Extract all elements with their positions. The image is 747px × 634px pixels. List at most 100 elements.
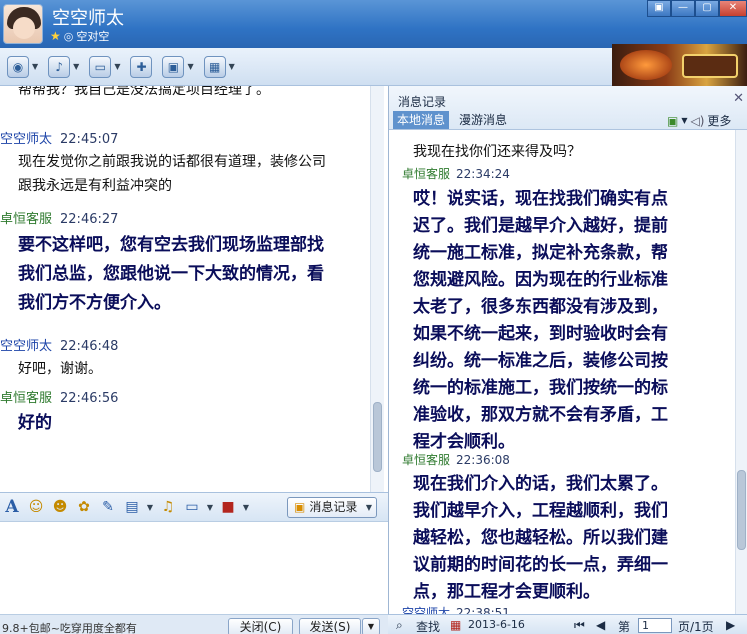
chevron-down-icon[interactable]: ▼ bbox=[229, 62, 235, 71]
scrollbar-thumb[interactable] bbox=[373, 402, 382, 472]
chevron-down-icon[interactable]: ▼ bbox=[73, 62, 79, 71]
magic-emoji-icon[interactable]: ☻ bbox=[50, 499, 70, 515]
next-page-icon[interactable]: ▶ bbox=[726, 618, 735, 632]
gift-icon[interactable]: ■ bbox=[218, 499, 238, 515]
history-message-body: 现在我们介入的话，我们太累了。 我们越早介入，工程越顺利，我们 越轻松，您也越轻… bbox=[413, 474, 668, 602]
send-file-button[interactable]: ▭ ▼ bbox=[86, 53, 123, 81]
minimize-button[interactable]: — bbox=[671, 0, 695, 17]
chevron-down-icon[interactable]: ▼ bbox=[32, 62, 38, 71]
history-footer: ⌕ 查找 ▦ 2013-6-16 ⏮ ◀ 第 1 页/1页 ▶ bbox=[388, 614, 747, 634]
handwriting-icon[interactable]: ✎ bbox=[98, 499, 118, 515]
screenshot-icon[interactable]: ▭ bbox=[182, 499, 202, 515]
input-toolbar: A ☺ ☻ ✿ ✎ ▤ ▼ ♫ ▭ ▼ ■ ▼ ▣ 消息记录 ▼ bbox=[0, 492, 388, 522]
close-icon[interactable]: ✕ bbox=[733, 91, 744, 106]
game-banner-ad[interactable] bbox=[612, 44, 747, 86]
sender-name: 卓恒客服 bbox=[402, 453, 451, 467]
chevron-down-icon[interactable]: ▼ bbox=[681, 116, 687, 125]
contact-status: ★ ◎ 空对空 bbox=[50, 28, 109, 44]
message-time: 22:46:48 bbox=[60, 339, 119, 354]
message-body: 要不这样吧，您有空去我们现场监理部找 我们总监，您跟他说一下大致的情况，看 我们… bbox=[18, 235, 324, 313]
emoji-icon[interactable]: ☺ bbox=[26, 499, 46, 515]
title-bar: 空空师太 ★ ◎ 空对空 ▣ — ▢ ✕ bbox=[0, 0, 747, 48]
message-time: 22:45:07 bbox=[60, 132, 119, 147]
qq-status-icon: ◎ bbox=[63, 29, 74, 43]
message-time: 22:34:24 bbox=[456, 167, 510, 181]
sender-name: 卓恒客服 bbox=[0, 212, 53, 227]
ad-link[interactable]: 9.8+包邮~吃穿用度全都有 bbox=[2, 620, 137, 634]
chevron-down-icon[interactable]: ▼ bbox=[146, 503, 154, 512]
avatar[interactable] bbox=[3, 4, 43, 44]
image-icon[interactable]: ▤ bbox=[122, 499, 142, 515]
tab-roaming-messages[interactable]: 漫游消息 bbox=[459, 111, 507, 129]
message-header: 卓恒客服 22:46:56 bbox=[0, 387, 118, 406]
sender-name: 卓恒客服 bbox=[0, 391, 53, 406]
voice-button[interactable]: ♪ ▼ bbox=[45, 53, 82, 81]
history-scrollbar[interactable] bbox=[735, 130, 747, 618]
calendar-icon[interactable]: ▦ bbox=[450, 618, 461, 632]
chevron-down-icon[interactable]: ▼ bbox=[114, 62, 120, 71]
search-button[interactable]: 查找 bbox=[416, 618, 440, 634]
chat-history: 帮帮我？我自己是没法搞定项目经理了。 空空师太 22:45:07 现在发觉你之前跟… bbox=[0, 86, 388, 492]
close-window-button[interactable]: ✕ bbox=[719, 0, 747, 17]
message-header: 空空师太 22:45:07 bbox=[0, 128, 118, 147]
close-button[interactable]: 关闭(C) bbox=[228, 618, 293, 634]
scrollbar-thumb[interactable] bbox=[737, 470, 746, 550]
history-icon: ▣ bbox=[294, 500, 306, 514]
sender-name: 空空师太 bbox=[0, 132, 53, 147]
send-button[interactable]: 发送(S) bbox=[299, 618, 361, 634]
speaker-icon[interactable]: ◁) bbox=[691, 114, 705, 128]
page-suffix: 页/1页 bbox=[678, 620, 714, 634]
history-title: 消息记录 bbox=[398, 95, 447, 109]
prev-page-icon[interactable]: ◀ bbox=[596, 618, 605, 632]
apps-button[interactable]: ▦ ▼ bbox=[201, 53, 238, 81]
status-text: 空对空 bbox=[76, 30, 110, 43]
video-button[interactable]: ◉ ▼ bbox=[4, 53, 41, 81]
message-header: 空空师太 22:46:48 bbox=[0, 335, 118, 354]
first-page-icon[interactable]: ⏮ bbox=[574, 618, 585, 633]
add-chat-icon: ✚ bbox=[130, 55, 153, 78]
history-message-header: 卓恒客服 22:36:08 bbox=[402, 451, 510, 468]
apps-icon: ▦ bbox=[203, 55, 226, 78]
add-chat-button[interactable]: ✚ bbox=[127, 53, 155, 81]
page-prefix: 第 bbox=[618, 620, 631, 634]
date-picker[interactable]: 2013-6-16 bbox=[468, 618, 525, 631]
chevron-down-icon[interactable]: ▼ bbox=[206, 503, 214, 512]
message-body: 现在发觉你之前跟我说的话都很有道理，装修公司 跟我永远是有利益冲突的 bbox=[18, 154, 326, 194]
skin-button[interactable]: ▣ bbox=[647, 0, 671, 17]
message-history-panel: 消息记录 ✕ 本地消息 漫游消息 ▣ ▼ ◁) 更多 我现在找你们还来得及吗？ 卓… bbox=[388, 86, 747, 620]
chevron-down-icon[interactable]: ▼ bbox=[242, 503, 250, 512]
more-link[interactable]: 更多 bbox=[707, 112, 731, 129]
star-icon: ★ bbox=[50, 29, 61, 43]
history-message-header: 卓恒客服 22:34:24 bbox=[402, 165, 510, 182]
history-message-body: 哎！说实话，现在找我们确实有点 迟了。我们是越早介入越好，提前 统一施工标准，拟… bbox=[413, 189, 668, 452]
message-time: 22:36:08 bbox=[456, 453, 510, 467]
sender-name: 空空师太 bbox=[0, 339, 53, 354]
screen-share-button[interactable]: ▣ ▼ bbox=[159, 53, 196, 81]
sender-name: 卓恒客服 bbox=[402, 167, 451, 181]
microphone-icon: ♪ bbox=[48, 55, 71, 78]
history-header: 消息记录 ✕ 本地消息 漫游消息 ▣ ▼ ◁) 更多 bbox=[389, 86, 747, 130]
message-input[interactable] bbox=[0, 522, 388, 614]
message-header: 卓恒客服 22:46:27 bbox=[0, 208, 118, 227]
chevron-down-icon[interactable]: ▼ bbox=[366, 498, 372, 517]
font-icon[interactable]: A bbox=[2, 497, 22, 517]
window-controls: ▣ — ▢ ✕ bbox=[647, 0, 747, 17]
message-body: 好吧，谢谢。 bbox=[18, 361, 102, 377]
maximize-button[interactable]: ▢ bbox=[695, 0, 719, 17]
music-icon[interactable]: ♫ bbox=[158, 499, 178, 515]
page-number-input[interactable]: 1 bbox=[638, 618, 672, 633]
nudge-icon[interactable]: ✿ bbox=[74, 499, 94, 515]
chevron-down-icon[interactable]: ▼ bbox=[187, 62, 193, 71]
tab-local-messages[interactable]: 本地消息 bbox=[393, 111, 450, 129]
history-tools: ▣ ▼ ◁) 更多 bbox=[667, 112, 731, 129]
screen-share-icon: ▣ bbox=[162, 55, 185, 78]
search-icon[interactable]: ⌕ bbox=[396, 618, 403, 633]
message-partial: 帮帮我？我自己是没法搞定项目经理了。 bbox=[18, 86, 270, 98]
chat-toolbar: ◉ ▼ ♪ ▼ ▭ ▼ ✚ ▣ ▼ ▦ ▼ bbox=[0, 48, 612, 86]
send-options-button[interactable]: ▼ bbox=[362, 618, 380, 634]
export-icon[interactable]: ▣ bbox=[667, 114, 678, 128]
folder-send-icon: ▭ bbox=[89, 55, 112, 78]
message-history-button[interactable]: ▣ 消息记录 ▼ bbox=[287, 497, 377, 518]
chat-scrollbar[interactable] bbox=[370, 86, 384, 492]
history-message-body: 我现在找你们还来得及吗？ bbox=[413, 144, 581, 160]
